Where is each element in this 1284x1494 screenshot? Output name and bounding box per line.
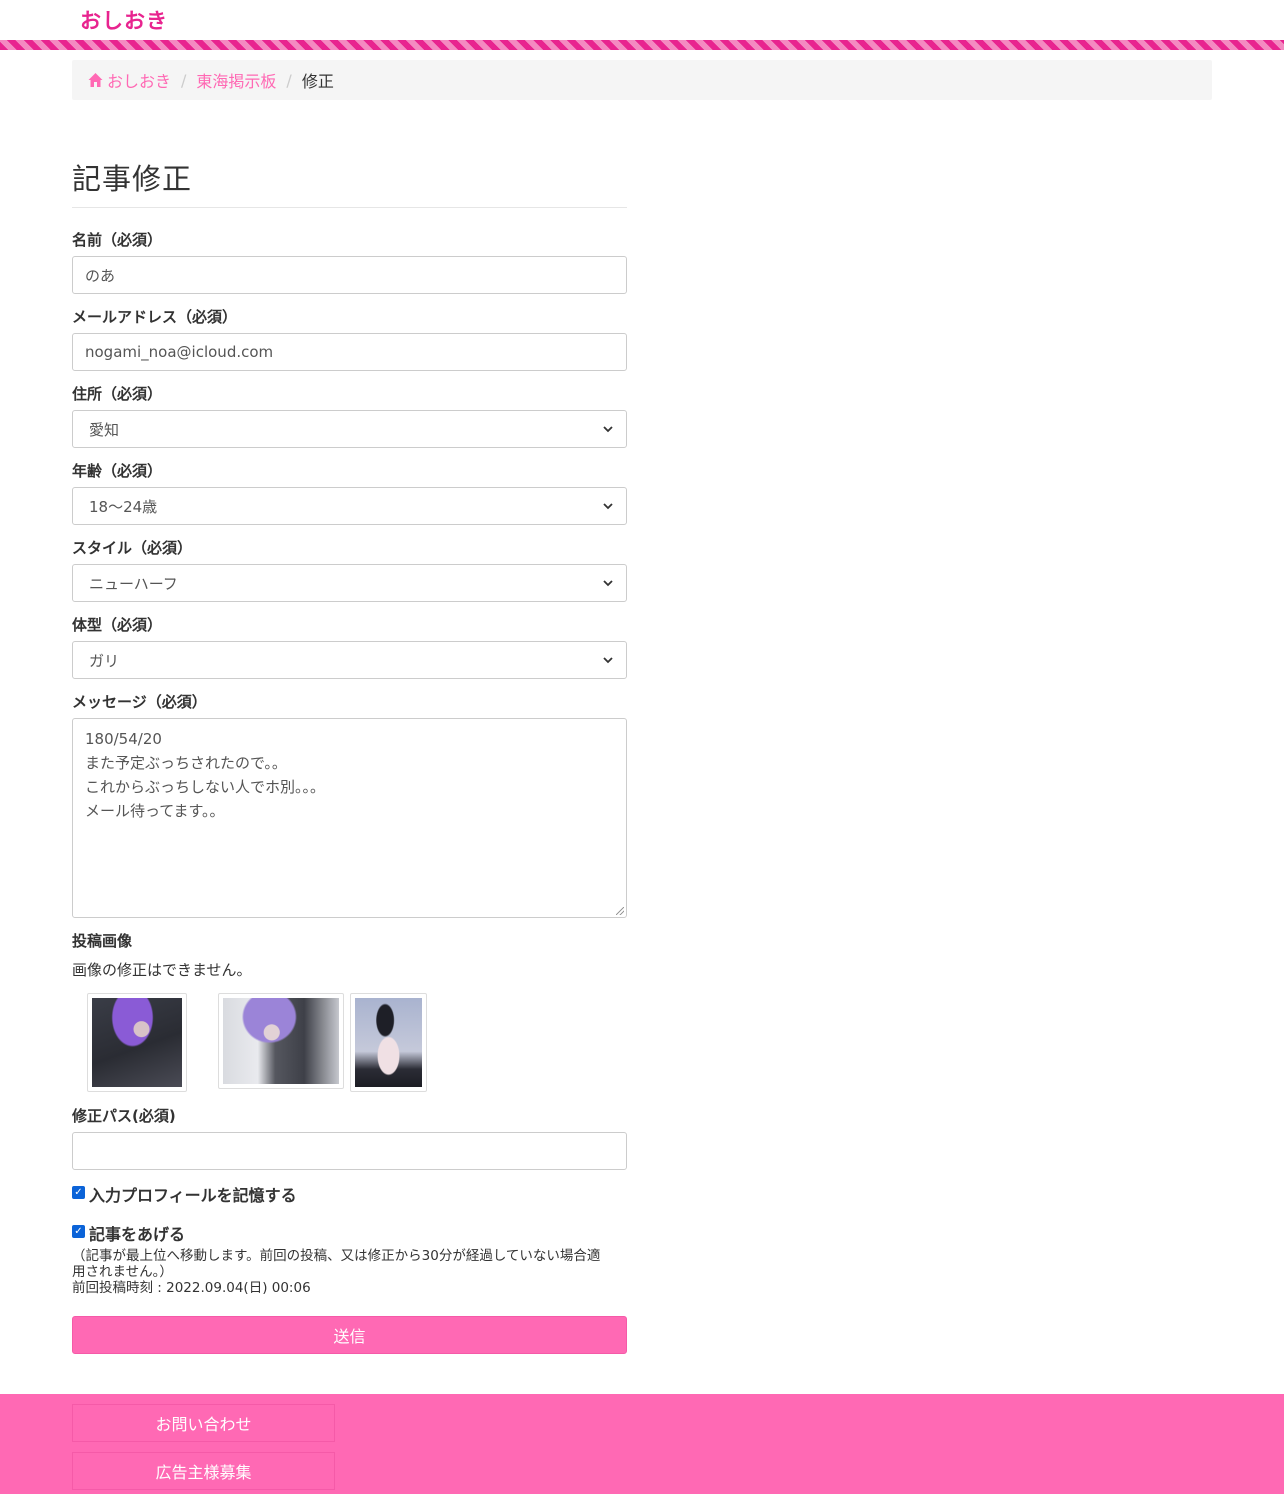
remember-profile-row: ✓ 入力プロフィールを記憶する [72, 1182, 297, 1206]
name-value: のあ [85, 266, 116, 285]
post-image-3[interactable] [350, 993, 427, 1092]
site-footer: お問い合わせ 広告主様募集 [0, 1394, 1284, 1494]
address-select[interactable]: 愛知 [72, 410, 627, 448]
breadcrumb-home[interactable]: おしおき [87, 68, 171, 92]
breadcrumb-separator: / [181, 70, 187, 90]
age-label: 年齢（必須） [72, 462, 163, 480]
age-select[interactable]: 18〜24歳 [72, 487, 627, 525]
bump-note: （記事が最上位へ移動します。前回の投稿、又は修正から30分が経過していない場合適… [72, 1248, 632, 1296]
chevron-down-icon [603, 503, 613, 510]
body-type-select[interactable]: ガリ [72, 641, 627, 679]
message-line: また予定ぶっちされたので。。 [85, 754, 287, 772]
style-label: スタイル（必須） [72, 539, 193, 557]
site-header: おしおき [0, 0, 1284, 40]
address-label: 住所（必須） [72, 385, 163, 403]
message-textarea[interactable]: 180/54/20 また予定ぶっちされたので。。 これからぶっちしない人でホ別。… [72, 718, 627, 918]
address-value: 愛知 [89, 420, 120, 439]
breadcrumb: おしおき / 東海掲示板 / 修正 [72, 60, 1212, 100]
contact-link[interactable]: お問い合わせ [72, 1404, 335, 1442]
bump-checkbox[interactable]: ✓ [72, 1224, 85, 1238]
breadcrumb-home-label: おしおき [107, 72, 172, 91]
name-label: 名前（必須） [72, 231, 163, 249]
bump-note-line-1: （記事が最上位へ移動します。前回の投稿、又は修正から30分が経過していない場合適 [72, 1248, 601, 1264]
post-image-1[interactable] [87, 993, 187, 1092]
body-type-label: 体型（必須） [72, 616, 163, 634]
images-label: 投稿画像 [72, 932, 133, 950]
email-value: nogami_noa@icloud.com [85, 343, 274, 361]
email-input[interactable]: nogami_noa@icloud.com [72, 333, 627, 371]
resize-handle[interactable] [616, 907, 624, 915]
password-label: 修正パス(必須) [72, 1107, 176, 1125]
bump-label[interactable]: 記事をあげる [89, 1221, 185, 1245]
last-post-time: 前回投稿時刻 : 2022.09.04(日) 00:06 [72, 1280, 311, 1296]
remember-profile-checkbox[interactable]: ✓ [72, 1185, 85, 1199]
breadcrumb-board[interactable]: 東海掲示板 [196, 68, 276, 92]
chevron-down-icon [603, 426, 613, 433]
advertiser-link[interactable]: 広告主様募集 [72, 1452, 335, 1490]
name-input[interactable]: のあ [72, 256, 627, 294]
site-logo[interactable]: おしおき [80, 5, 168, 35]
images-note: 画像の修正はできません。 [72, 961, 252, 979]
page-title: 記事修正 [72, 150, 627, 208]
chevron-down-icon [603, 657, 613, 664]
body-type-value: ガリ [89, 651, 120, 670]
post-image-2[interactable] [218, 993, 344, 1089]
breadcrumb-current: 修正 [301, 72, 334, 91]
bump-note-line-2: 用されません。） [72, 1264, 173, 1280]
edit-form: 記事修正 [72, 150, 627, 208]
message-line: メール待ってます。。 [85, 802, 225, 820]
chevron-down-icon [603, 580, 613, 587]
style-value: ニューハーフ [89, 574, 178, 593]
bump-row: ✓ 記事をあげる [72, 1221, 185, 1245]
breadcrumb-separator: / [286, 70, 292, 90]
header-stripe [0, 40, 1284, 50]
email-label: メールアドレス（必須） [72, 308, 238, 326]
remember-profile-label[interactable]: 入力プロフィールを記憶する [89, 1182, 297, 1206]
home-icon [88, 73, 103, 87]
message-label: メッセージ（必須） [72, 693, 207, 711]
style-select[interactable]: ニューハーフ [72, 564, 627, 602]
message-line: 180/54/20 [85, 730, 162, 748]
submit-button[interactable]: 送信 [72, 1316, 627, 1354]
password-input[interactable] [72, 1132, 627, 1170]
message-line: これからぶっちしない人でホ別。。。 [85, 778, 326, 796]
age-value: 18〜24歳 [89, 497, 158, 516]
